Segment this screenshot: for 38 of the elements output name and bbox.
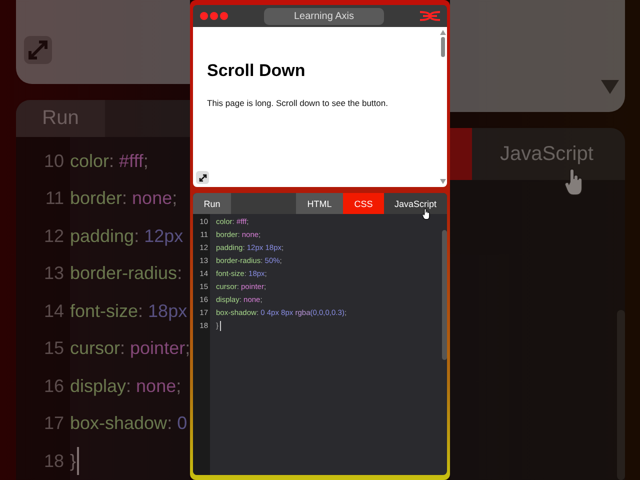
tab[interactable]: HTML [296, 193, 343, 214]
window-dots-icon [199, 11, 229, 21]
code-line: cursor: pointer; [70, 337, 190, 360]
code-line: padding: 12px [70, 224, 184, 248]
page-heading: Scroll Down [207, 61, 306, 81]
expand-icon [198, 174, 206, 182]
tab[interactable]: CSS [343, 193, 384, 214]
code-line: display: none; [70, 374, 182, 398]
code-line: border: none; [70, 187, 178, 210]
scrollbar[interactable] [617, 310, 625, 480]
window-title: Learning Axis [264, 8, 384, 24]
text-cursor [77, 447, 80, 476]
scroll-down-icon [601, 80, 619, 94]
code-line: font-size: 18px [70, 300, 188, 323]
line-number: 10 [42, 150, 65, 172]
run-button[interactable]: Run [193, 193, 231, 214]
code-line: } [70, 450, 76, 473]
logo-icon [419, 10, 441, 22]
line-number: 14 [42, 300, 65, 322]
expand-button[interactable] [196, 171, 209, 184]
code-line: color: #fff; [70, 150, 148, 172]
line-number: 13 [42, 262, 65, 285]
line-number: 17 [42, 412, 65, 435]
code-line: border-radius: [70, 262, 182, 285]
line-number: 18 [42, 450, 65, 472]
page-text: This page is long. Scroll down to see the button. [207, 98, 389, 108]
scroll-down-icon[interactable] [440, 179, 446, 184]
hand-cursor-icon [422, 208, 431, 220]
line-number: 16 [42, 374, 65, 398]
scrollbar[interactable] [442, 230, 447, 360]
line-number: 15 [42, 337, 65, 360]
line-number: 11 [44, 187, 65, 210]
code-line: box-shadow: 0 [70, 412, 188, 435]
scroll-up-icon[interactable] [440, 30, 446, 35]
line-number: 12 [42, 224, 65, 248]
scroll-thumb[interactable] [441, 37, 445, 57]
text-cursor [220, 320, 221, 330]
expand-icon [27, 39, 49, 62]
